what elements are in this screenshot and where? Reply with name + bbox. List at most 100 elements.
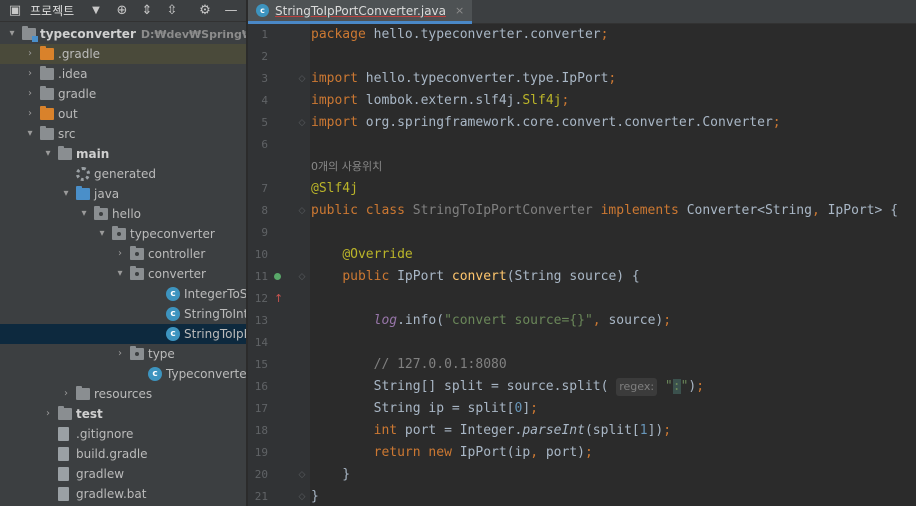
tree-item[interactable]: gradlew: [0, 464, 246, 484]
chevron-right-icon[interactable]: ›: [114, 344, 126, 364]
chevron-right-icon[interactable]: ›: [60, 384, 72, 404]
java-class-icon: c: [166, 287, 180, 301]
chevron-down-icon[interactable]: ▾: [96, 224, 108, 244]
expand-all-icon[interactable]: ⇕: [138, 0, 156, 22]
code-line[interactable]: import org.springframework.core.convert.…: [311, 112, 916, 134]
chevron-down-icon[interactable]: ▾: [78, 204, 90, 224]
chevron-down-icon[interactable]: ▾: [60, 184, 72, 204]
tree-item-label: generated: [94, 167, 156, 181]
tree-item[interactable]: › .idea: [0, 64, 246, 84]
tree-item[interactable]: › .gradle: [0, 44, 246, 64]
crosshair-icon[interactable]: ⊕: [113, 0, 131, 22]
line-number: 8: [261, 204, 268, 217]
chevron-right-icon[interactable]: ›: [114, 244, 126, 264]
code-line[interactable]: [311, 332, 916, 354]
code-line[interactable]: }: [311, 486, 916, 506]
tree-item[interactable]: c IntegerToString: [0, 284, 246, 304]
code-line[interactable]: public class StringToIpPortConverter imp…: [311, 200, 916, 222]
chevron-right-icon[interactable]: ›: [42, 404, 54, 424]
package-icon: [130, 266, 144, 280]
source-folder-icon: [76, 186, 90, 200]
tree-item[interactable]: › gradle: [0, 84, 246, 104]
generated-folder-icon: [76, 167, 90, 181]
tree-item[interactable]: c StringToInteger: [0, 304, 246, 324]
tree-item[interactable]: › test: [0, 404, 246, 424]
tree-item[interactable]: › type: [0, 344, 246, 364]
file-icon: [58, 447, 69, 461]
tree-item[interactable]: ▾ converter: [0, 264, 246, 284]
tree-item-label: gradlew: [76, 467, 125, 481]
line-number: 6: [261, 138, 268, 151]
chevron-right-icon[interactable]: ›: [24, 84, 36, 104]
code-line[interactable]: import lombok.extern.slf4j.Slf4j;: [311, 90, 916, 112]
code-line[interactable]: [311, 288, 916, 310]
fold-icon[interactable]: ◇: [298, 464, 306, 486]
chevron-down-icon[interactable]: ▾: [42, 144, 54, 164]
tree-item[interactable]: ▾ java: [0, 184, 246, 204]
code-line[interactable]: @Slf4j: [311, 178, 916, 200]
code-line[interactable]: [311, 46, 916, 68]
chevron-right-icon[interactable]: ›: [24, 104, 36, 124]
package-icon: [130, 346, 144, 360]
tree-item[interactable]: ▾ typeconverterD:₩dev₩Spring₩4₩w: [0, 24, 246, 44]
tree-item-label: src: [58, 127, 76, 141]
fold-icon[interactable]: ◇: [298, 112, 306, 134]
project-title[interactable]: 프로젝트: [30, 0, 74, 22]
code-line[interactable]: String[] split = source.split( regex: ":…: [311, 376, 916, 398]
code-line[interactable]: int port = Integer.parseInt(split[1]);: [311, 420, 916, 442]
chevron-down-icon[interactable]: ▾: [114, 264, 126, 284]
code-line[interactable]: package hello.typeconverter.converter;: [311, 24, 916, 46]
chevron-right-icon[interactable]: ›: [24, 64, 36, 84]
tree-item[interactable]: gradlew.bat: [0, 484, 246, 504]
collapse-all-icon[interactable]: ⇳: [163, 0, 181, 22]
tree-item[interactable]: › controller: [0, 244, 246, 264]
tree-item-label: typeconverter: [130, 227, 215, 241]
line-gutter: 1 2 3 ◇ 4 5 ◇ 6 7 8 ◇ 9 10 11 ◇ ↑ 12 13 14 15 16 17 18 19 20 ◇ 21 ◇: [248, 24, 310, 506]
tree-item[interactable]: .gitignore: [0, 424, 246, 444]
editor-tab-bar: c StringToIpPortConverter.java ×: [248, 0, 916, 24]
fold-icon[interactable]: ◇: [298, 68, 306, 90]
file-icon: [58, 427, 69, 441]
chevron-down-icon[interactable]: ▾: [24, 124, 36, 144]
tree-item[interactable]: › out: [0, 104, 246, 124]
close-icon[interactable]: ×: [455, 4, 464, 17]
code-line[interactable]: }: [311, 464, 916, 486]
override-icon[interactable]: ↑: [274, 266, 288, 305]
code-line[interactable]: [311, 134, 916, 156]
java-class-icon: c: [148, 367, 162, 381]
code-line[interactable]: String ip = split[0];: [311, 398, 916, 420]
tree-item[interactable]: ▾ typeconverter: [0, 224, 246, 244]
line-number: 13: [254, 314, 268, 327]
tree-item[interactable]: ▾ hello: [0, 204, 246, 224]
code-line[interactable]: return new IpPort(ip, port);: [311, 442, 916, 464]
code-line[interactable]: public IpPort convert(String source) {: [311, 266, 916, 288]
minimize-icon[interactable]: —: [222, 0, 240, 22]
code-line[interactable]: import hello.typeconverter.type.IpPort;: [311, 68, 916, 90]
chevron-down-icon[interactable]: ▾: [6, 24, 18, 44]
code-line[interactable]: @Override: [311, 244, 916, 266]
code-line[interactable]: log.info("convert source={}", source);: [311, 310, 916, 332]
tree-item[interactable]: ▾ main: [0, 144, 246, 164]
tree-item[interactable]: build.gradle: [0, 444, 246, 464]
usage-hint[interactable]: 0개의 사용위치: [311, 156, 916, 178]
tree-item[interactable]: c StringToIpPortC: [0, 324, 246, 344]
chevron-right-icon[interactable]: ›: [24, 44, 36, 64]
fold-icon[interactable]: ◇: [298, 486, 306, 506]
line-number: 7: [261, 182, 268, 195]
code-line[interactable]: // 127.0.0.1:8080: [311, 354, 916, 376]
tree-item[interactable]: generated: [0, 164, 246, 184]
line-number: 4: [261, 94, 268, 107]
tree-item[interactable]: c TypeconverterApp: [0, 364, 246, 384]
line-number: 21: [254, 490, 268, 503]
fold-icon[interactable]: ◇: [298, 266, 306, 288]
chevron-down-icon[interactable]: ▼: [88, 0, 104, 22]
tree-item[interactable]: › resources: [0, 384, 246, 404]
code-area[interactable]: package hello.typeconverter.converter; im…: [311, 24, 916, 506]
fold-icon[interactable]: ◇: [298, 200, 306, 222]
panel-icon[interactable]: ▣: [6, 0, 24, 22]
tab-stringtoipportconverter[interactable]: c StringToIpPortConverter.java ×: [248, 0, 473, 24]
excluded-folder-icon: [40, 46, 54, 60]
gear-icon[interactable]: ⚙: [196, 0, 214, 22]
code-line[interactable]: [311, 222, 916, 244]
tree-item[interactable]: ▾ src: [0, 124, 246, 144]
